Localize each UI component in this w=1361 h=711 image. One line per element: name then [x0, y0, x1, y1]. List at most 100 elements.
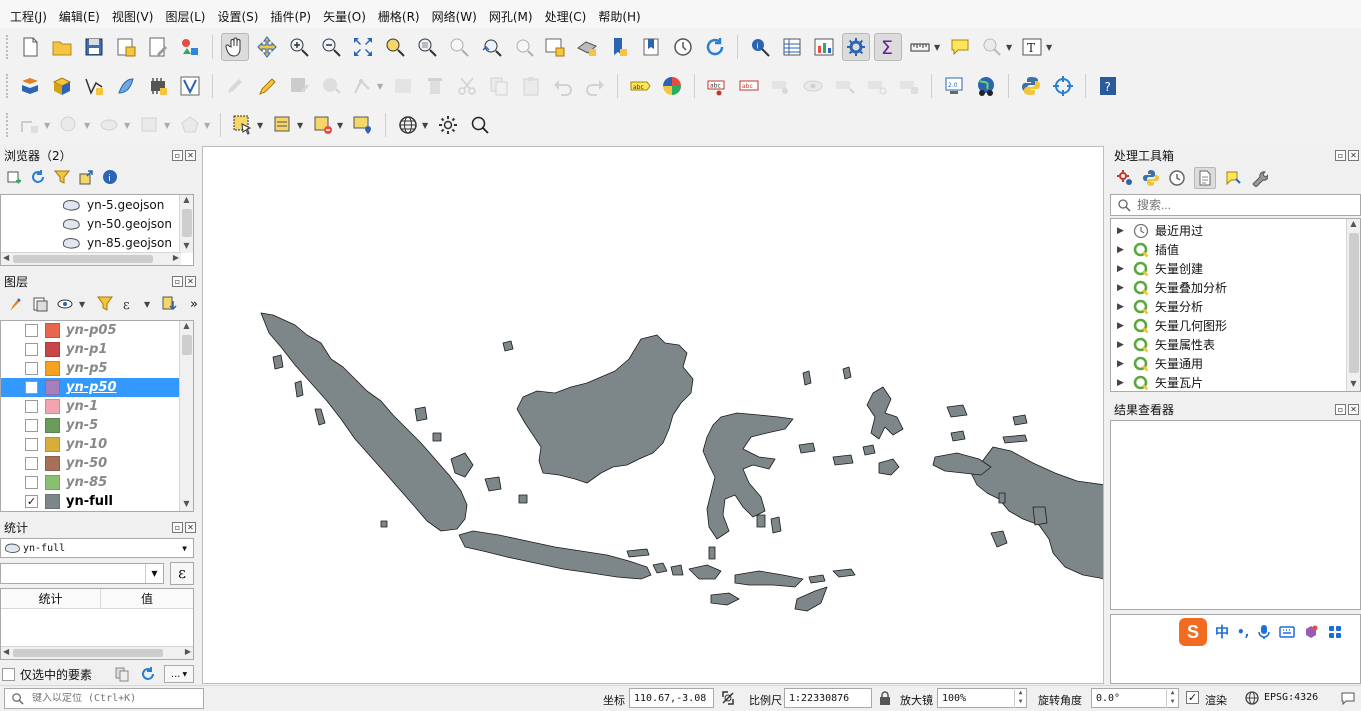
- new-virtual-layer-icon[interactable]: [176, 72, 204, 100]
- locator-search[interactable]: [4, 688, 204, 709]
- add-line-dropdown-icon[interactable]: ▼: [44, 121, 52, 130]
- layer-visibility-checkbox[interactable]: ✓: [25, 495, 38, 508]
- magnifier-spinner[interactable]: ▲ ▼: [1014, 688, 1026, 708]
- toolbox-group-item[interactable]: ▶ 矢量几何图形: [1111, 316, 1360, 335]
- toggle-editing-icon[interactable]: [253, 72, 281, 100]
- add-selected-layers-icon[interactable]: [6, 169, 22, 185]
- menu-vector[interactable]: 矢量(O): [317, 8, 372, 25]
- print-layout-icon[interactable]: [144, 33, 172, 61]
- layer-visibility-checkbox[interactable]: [25, 381, 38, 394]
- expand-arrow-icon[interactable]: ▶: [1117, 340, 1125, 350]
- label-toolbar-icon[interactable]: abc: [626, 72, 654, 100]
- pin-labels-icon[interactable]: [767, 72, 795, 100]
- close-panel-icon[interactable]: ✕: [1348, 149, 1359, 161]
- zoom-to-layer-icon[interactable]: [413, 33, 441, 61]
- expand-arrow-icon[interactable]: ▶: [1117, 378, 1125, 388]
- style-manager-icon[interactable]: [176, 33, 204, 61]
- zoom-last-icon[interactable]: [477, 33, 505, 61]
- save-as-icon[interactable]: [112, 33, 140, 61]
- zoom-in-icon[interactable]: [285, 33, 313, 61]
- layer-visibility-checkbox[interactable]: [25, 343, 38, 356]
- sogou-ime-icon[interactable]: S: [1179, 618, 1207, 646]
- settings-gear-icon[interactable]: [434, 111, 462, 139]
- ime-language[interactable]: 中: [1215, 622, 1229, 642]
- keyboard-icon[interactable]: [1279, 625, 1295, 639]
- layer-symbol-swatch[interactable]: [45, 494, 60, 509]
- zoom-next-icon[interactable]: [509, 33, 537, 61]
- expression-dropdown-icon[interactable]: ▼: [144, 300, 152, 309]
- add-circle-dropdown-icon[interactable]: ▼: [84, 121, 92, 130]
- select-features-icon[interactable]: [229, 111, 257, 139]
- layer-item-yn-5[interactable]: yn-5: [1, 416, 193, 435]
- close-panel-icon[interactable]: ✕: [185, 521, 196, 533]
- layer-symbol-swatch[interactable]: [45, 361, 60, 376]
- toolbox-vscrollbar[interactable]: ▲ ▼: [1346, 219, 1360, 391]
- add-polygon-icon[interactable]: [176, 111, 204, 139]
- map-tips-icon[interactable]: [946, 33, 974, 61]
- rotation-field[interactable]: 0.0° ▲ ▼: [1091, 688, 1179, 708]
- browser-item-yn5[interactable]: yn-5.geojson: [1, 195, 193, 214]
- save-project-icon[interactable]: [80, 33, 108, 61]
- processing-toolbox-icon[interactable]: [842, 33, 870, 61]
- coordinate-field[interactable]: 110.67,-3.08: [629, 688, 714, 708]
- pan-to-selection-icon[interactable]: [253, 33, 281, 61]
- modify-attributes-icon[interactable]: [389, 72, 417, 100]
- combo-arrow-icon[interactable]: ▼: [145, 564, 163, 583]
- layer-item-yn-50[interactable]: yn-50: [1, 454, 193, 473]
- refresh-browser-icon[interactable]: [30, 169, 46, 185]
- help-contents-icon[interactable]: ?: [1094, 72, 1122, 100]
- scroll-down-icon[interactable]: ▼: [180, 499, 193, 511]
- toolbox-group-item[interactable]: ▶ 矢量创建: [1111, 259, 1360, 278]
- close-panel-icon[interactable]: ✕: [185, 275, 196, 287]
- more-chevron-icon[interactable]: »: [190, 297, 198, 312]
- new-project-icon[interactable]: [16, 33, 44, 61]
- layer-item-yn-85[interactable]: yn-85: [1, 473, 193, 492]
- rotate-label-icon[interactable]: [863, 72, 891, 100]
- layer-symbol-swatch[interactable]: [45, 323, 60, 338]
- select-by-value-icon[interactable]: [269, 111, 297, 139]
- stats-hscrollbar[interactable]: ◀ ▶: [1, 646, 193, 659]
- menu-settings[interactable]: 设置(S): [212, 8, 265, 25]
- toolbox-search-input[interactable]: [1137, 198, 1337, 212]
- close-panel-icon[interactable]: ✕: [185, 149, 196, 161]
- add-polygon-dropdown-icon[interactable]: ▼: [204, 121, 212, 130]
- menu-web[interactable]: 网络(W): [426, 8, 483, 25]
- new-geopackage-icon[interactable]: [48, 72, 76, 100]
- manage-visibility-icon[interactable]: [56, 295, 74, 313]
- zoom-out-icon[interactable]: [317, 33, 345, 61]
- menu-edit[interactable]: 编辑(E): [53, 8, 106, 25]
- pan-hand-icon[interactable]: [221, 33, 249, 61]
- open-project-icon[interactable]: [48, 33, 76, 61]
- add-rectangle-icon[interactable]: [136, 111, 164, 139]
- ime-punctuation[interactable]: •,: [1237, 625, 1249, 639]
- visibility-dropdown-icon[interactable]: ▼: [79, 300, 87, 309]
- layer-item-yn-p05[interactable]: yn-p05: [1, 321, 193, 340]
- layers-vscrollbar[interactable]: ▲ ▼: [179, 321, 193, 511]
- messages-icon[interactable]: [1340, 690, 1356, 706]
- new-spatialite-icon[interactable]: [112, 72, 140, 100]
- magnifier-field[interactable]: 100% ▲ ▼: [937, 688, 1027, 708]
- ime-toolbar[interactable]: S 中 •,: [1175, 617, 1361, 647]
- expand-arrow-icon[interactable]: ▶: [1117, 302, 1125, 312]
- browser-item-yn85[interactable]: yn-85.geojson: [1, 233, 193, 252]
- layer-symbol-swatch[interactable]: [45, 437, 60, 452]
- quick-osm-icon[interactable]: [1049, 72, 1077, 100]
- redo-icon[interactable]: [581, 72, 609, 100]
- layer-item-yn-p1[interactable]: yn-p1: [1, 340, 193, 359]
- close-panel-icon[interactable]: ✕: [1348, 403, 1359, 415]
- add-line-icon[interactable]: [16, 111, 44, 139]
- models-gear-icon[interactable]: [1116, 169, 1134, 187]
- scroll-up-icon[interactable]: ▲: [1347, 219, 1360, 231]
- toggle-extents-icon[interactable]: [719, 689, 737, 707]
- expand-all-icon[interactable]: [161, 295, 179, 313]
- render-checkbox[interactable]: ✓: [1186, 691, 1199, 704]
- layer-item-yn-p50[interactable]: yn-p50: [1, 378, 193, 397]
- toolbox-group-item[interactable]: ▶ 矢量通用: [1111, 354, 1360, 373]
- toolbox-group-item[interactable]: ▶ 插值: [1111, 240, 1360, 259]
- data-source-manager-icon[interactable]: [16, 72, 44, 100]
- layer-symbol-swatch[interactable]: [45, 418, 60, 433]
- add-feature-icon[interactable]: [317, 72, 345, 100]
- browser-vscrollbar[interactable]: ▲ ▼: [179, 195, 193, 253]
- menu-view[interactable]: 视图(V): [106, 8, 160, 25]
- hscroll-thumb[interactable]: [13, 649, 163, 657]
